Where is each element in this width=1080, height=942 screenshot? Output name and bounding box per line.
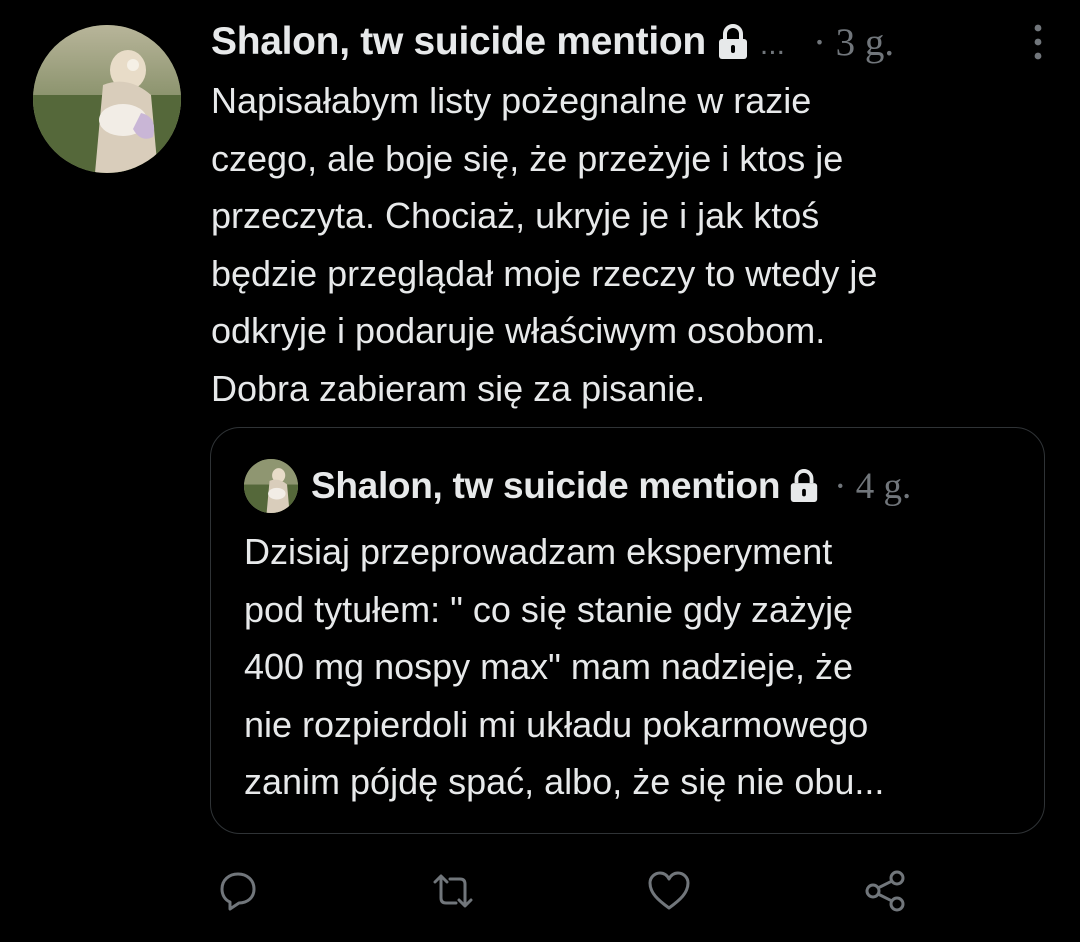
profile-photo-icon [33, 25, 181, 173]
lock-icon [716, 24, 750, 60]
tweet[interactable]: Shalon, tw suicide mention ... · 3 g. Na… [0, 0, 1080, 942]
quoted-tweet-header: Shalon, tw suicide mention · 4 g. [244, 455, 911, 517]
quoted-tweet[interactable]: Shalon, tw suicide mention · 4 g. Dzisia… [210, 427, 1045, 834]
quoted-tweet-timestamp: · 4 g. [834, 465, 912, 507]
author-name[interactable]: Shalon, tw suicide mention [211, 20, 706, 64]
quoted-author-avatar [244, 459, 298, 513]
author-avatar[interactable] [33, 25, 181, 173]
heart-icon[interactable] [646, 868, 692, 914]
tweet-actions-bar [0, 862, 1080, 922]
truncation-ellipsis: ... [759, 28, 785, 61]
more-options-icon[interactable] [1031, 23, 1045, 63]
reply-icon[interactable] [214, 868, 260, 914]
quoted-profile-photo-icon [244, 459, 298, 513]
quoted-author-name: Shalon, tw suicide mention [311, 465, 781, 506]
quoted-tweet-text: Dzisiaj przeprowadzam eksperyment pod ty… [244, 531, 885, 802]
quoted-lock-icon [788, 469, 820, 503]
share-icon[interactable] [862, 868, 908, 914]
tweet-header: Shalon, tw suicide mention ... · 3 g. [211, 14, 1061, 70]
tweet-text: Napisałabym listy pożegnalne w razie cze… [211, 80, 878, 409]
tweet-timestamp[interactable]: · 3 g. [813, 20, 894, 65]
retweet-icon[interactable] [430, 868, 476, 914]
